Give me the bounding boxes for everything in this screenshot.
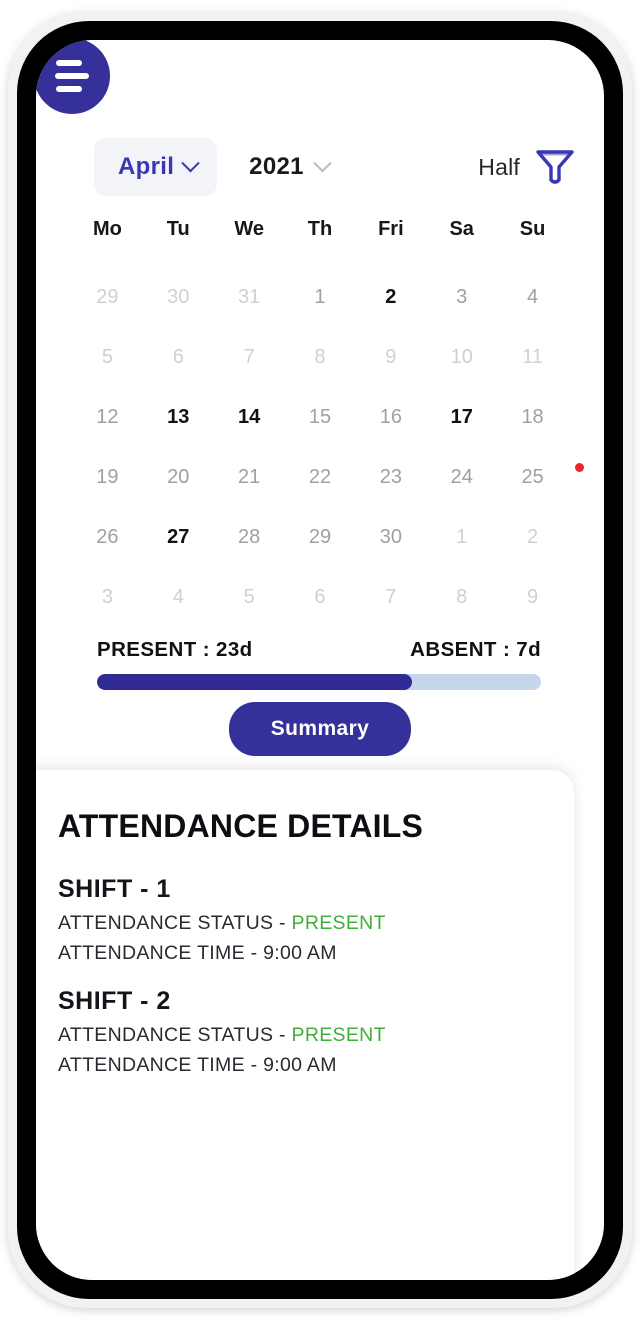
shift-title: SHIFT - 2 <box>58 987 171 1015</box>
menu-bar-bottom <box>56 86 82 92</box>
chevron-down-icon <box>313 153 332 172</box>
menu-bar-top <box>56 60 82 66</box>
calendar-day-cell[interactable]: 30 <box>355 507 426 567</box>
attendance-status-label: ATTENDANCE STATUS - <box>58 912 292 934</box>
absent-label: ABSENT : 7d <box>410 638 541 661</box>
calendar-day-cell[interactable]: 3 <box>426 267 497 327</box>
calendar-day-cell[interactable]: 27 <box>143 507 214 567</box>
calendar-week-row: 26 27 28 29 30 1 2 <box>72 507 568 567</box>
day-event-dot-icon <box>574 463 584 472</box>
weekday-sa: Sa <box>449 218 474 240</box>
calendar-day-cell[interactable]: 15 <box>285 387 356 447</box>
month-selector[interactable]: April <box>94 138 218 196</box>
calendar-day-cell[interactable]: 29 <box>285 507 356 567</box>
calendar-day-cell[interactable]: 1 <box>426 507 497 567</box>
present-label: PRESENT : 23d <box>97 638 253 661</box>
calendar-grid: Mo Tu We Th Fri Sa Su 29 30 31 1 2 3 4 5 6 7 8 9 10 1… <box>72 218 584 627</box>
stats-labels: PRESENT : 23d ABSENT : 7d <box>97 638 541 662</box>
hamburger-menu-icon[interactable] <box>36 40 110 114</box>
calendar-day-cell[interactable]: 16 <box>355 387 426 447</box>
shift-list: SHIFT - 1 ATTENDANCE STATUS - PRESENT ATTE… <box>58 875 574 1077</box>
calendar-weekday-header: Mo Tu We Th Fri Sa Su <box>72 218 568 267</box>
calendar-day-cell[interactable]: 12 <box>72 387 143 447</box>
calendar-day-cell[interactable]: 10 <box>426 327 497 387</box>
calendar-week-row: 19 20 21 22 23 24 25 <box>72 447 584 507</box>
calendar-day-cell[interactable]: 31 <box>214 267 285 327</box>
calendar-day-cell[interactable]: 14 <box>214 387 285 447</box>
shift-block: SHIFT - 1 ATTENDANCE STATUS - PRESENT ATTE… <box>58 875 574 965</box>
chevron-down-icon <box>181 153 200 172</box>
filter-label: Half <box>478 153 520 180</box>
attendance-time-line: ATTENDANCE TIME - 9:00 AM <box>58 942 337 964</box>
calendar-day-cell[interactable]: 26 <box>72 507 143 567</box>
funnel-filter-icon[interactable] <box>534 147 576 187</box>
calendar-day-cell[interactable]: 8 <box>426 567 497 627</box>
shift-block: SHIFT - 2 ATTENDANCE STATUS - PRESENT ATTE… <box>58 987 574 1077</box>
calendar-day-cell[interactable]: 2 <box>355 267 426 327</box>
status-badge: PRESENT <box>291 912 386 934</box>
calendar-day-cell[interactable]: 19 <box>72 447 143 507</box>
status-badge: PRESENT <box>291 1024 386 1046</box>
weekday-fri: Fri <box>378 218 404 240</box>
calendar-day-cell[interactable]: 28 <box>214 507 285 567</box>
calendar-day-cell[interactable]: 24 <box>426 447 497 507</box>
attendance-status-line: ATTENDANCE STATUS - PRESENT <box>58 1024 574 1047</box>
attendance-status-label: ATTENDANCE STATUS - <box>58 1024 292 1046</box>
menu-bar-middle <box>55 73 89 79</box>
attendance-status-line: ATTENDANCE STATUS - PRESENT <box>58 912 574 935</box>
weekday-we: We <box>234 218 264 240</box>
phone-screen: April 2021 Half Mo Tu We Th Fri Sa Su 29… <box>36 40 604 1280</box>
calendar-week-row: 12 13 14 15 16 17 18 <box>72 387 568 447</box>
screenshot-stage: April 2021 Half Mo Tu We Th Fri Sa Su 29… <box>0 0 640 1320</box>
shift-title: SHIFT - 1 <box>58 875 171 903</box>
calendar-day-cell[interactable]: 7 <box>214 327 285 387</box>
calendar-day-cell[interactable]: 8 <box>285 327 356 387</box>
calendar-day-cell[interactable]: 11 <box>497 327 568 387</box>
year-label: 2021 <box>249 153 304 180</box>
attendance-details-card: ATTENDANCE DETAILS SHIFT - 1 ATTENDANCE S… <box>36 770 574 1280</box>
calendar-day-cell[interactable]: 6 <box>285 567 356 627</box>
page-title: ATTENDANCE DETAILS <box>58 808 424 844</box>
calendar-day-cell[interactable]: 30 <box>143 267 214 327</box>
calendar-body: 29 30 31 1 2 3 4 5 6 7 8 9 10 11 12 13 14 15 16 17 18 19 20 21 2… <box>72 267 584 627</box>
calendar-day-cell[interactable]: 9 <box>355 327 426 387</box>
calendar-week-row: 5 6 7 8 9 10 11 <box>72 327 568 387</box>
calendar-day-cell[interactable]: 5 <box>72 327 143 387</box>
calendar-selector-row: April 2021 Half <box>36 136 604 198</box>
attendance-time-line: ATTENDANCE TIME - 9:00 AM <box>58 1054 337 1076</box>
summary-button[interactable]: Summary <box>228 702 412 756</box>
weekday-th: Th <box>307 218 333 240</box>
month-label: April <box>118 153 175 180</box>
calendar-day-cell[interactable]: 13 <box>143 387 214 447</box>
calendar-day-cell[interactable]: 18 <box>497 387 568 447</box>
weekday-mo: Mo <box>92 218 122 240</box>
weekday-tu: Tu <box>166 218 190 240</box>
calendar-day-cell[interactable]: 6 <box>143 327 214 387</box>
calendar-day-cell[interactable]: 5 <box>214 567 285 627</box>
calendar-day-cell[interactable]: 2 <box>497 507 568 567</box>
calendar-week-row: 29 30 31 1 2 3 4 <box>72 267 568 327</box>
calendar-day-cell[interactable]: 20 <box>143 447 214 507</box>
calendar-day-cell[interactable]: 29 <box>72 267 143 327</box>
year-selector[interactable]: 2021 <box>249 153 332 181</box>
calendar-day-cell[interactable]: 17 <box>426 387 497 447</box>
calendar-day-cell[interactable]: 23 <box>355 447 426 507</box>
calendar-day-cell[interactable]: 4 <box>497 267 568 327</box>
calendar-day-cell[interactable]: 3 <box>72 567 143 627</box>
calendar-day-cell[interactable]: 1 <box>285 267 356 327</box>
attendance-progress-track <box>97 674 541 690</box>
weekday-su: Su <box>519 218 546 240</box>
calendar-day-cell[interactable]: 9 <box>497 567 568 627</box>
calendar-day-cell[interactable]: 21 <box>214 447 285 507</box>
attendance-progress-fill <box>97 674 413 690</box>
calendar-day-cell[interactable]: 22 <box>285 447 356 507</box>
calendar-day-cell[interactable]: 4 <box>143 567 214 627</box>
summary-button-wrap: Summary <box>36 702 604 756</box>
filter-control[interactable]: Half <box>478 147 576 187</box>
calendar-week-row: 3456789 <box>72 567 568 627</box>
calendar-day-cell[interactable]: 7 <box>355 567 426 627</box>
calendar-day-cell[interactable]: 25 <box>497 447 584 507</box>
attendance-stats: PRESENT : 23d ABSENT : 7d <box>97 638 541 690</box>
